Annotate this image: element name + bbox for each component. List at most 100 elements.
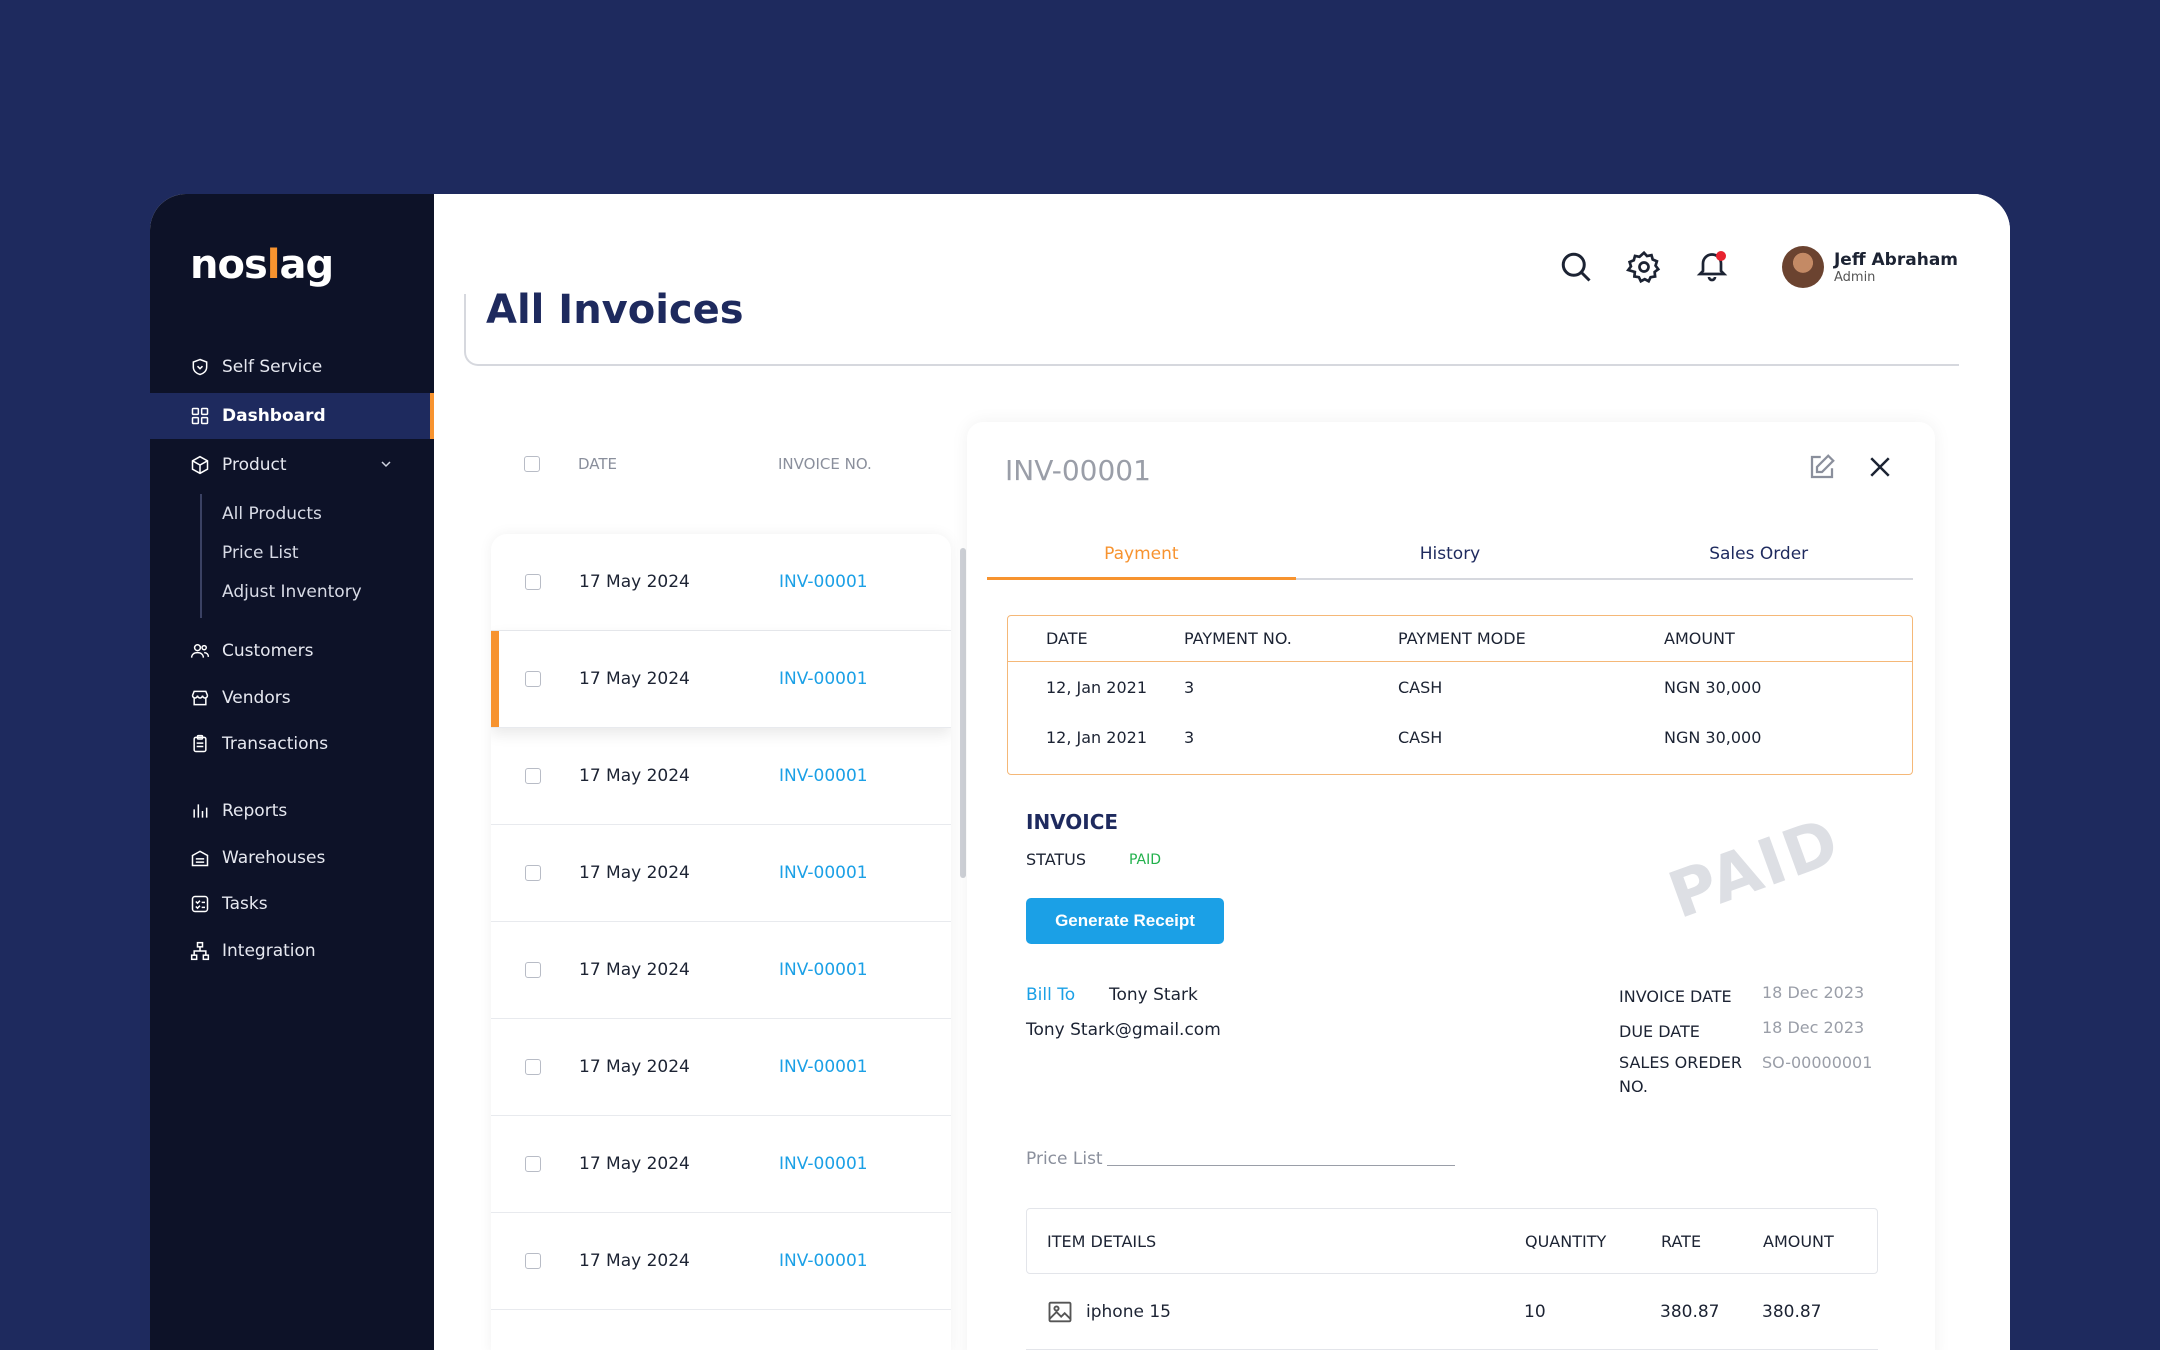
sidebar-item-label: Product xyxy=(222,455,287,475)
select-all-checkbox[interactable] xyxy=(524,456,540,472)
sidebar-item-dashboard[interactable]: Dashboard xyxy=(150,393,434,439)
sidebar: noslag Self Service Dashboard Product Al… xyxy=(150,194,434,1350)
clipboard-icon xyxy=(193,734,207,753)
row-date: 17 May 2024 xyxy=(579,766,690,786)
row-invoice-no[interactable]: INV-00001 xyxy=(779,766,868,786)
subnav-item-all-products[interactable]: All Products xyxy=(202,494,362,533)
col-payment-mode: PAYMENT MODE xyxy=(1398,629,1526,648)
bar-chart-icon xyxy=(193,804,208,818)
sidebar-item-warehouses[interactable]: Warehouses xyxy=(150,835,434,881)
cell-payment-no: 3 xyxy=(1184,727,1195,747)
sidebar-item-product[interactable]: Product xyxy=(150,442,434,488)
edit-icon[interactable] xyxy=(1807,452,1837,482)
chevron-down-icon[interactable] xyxy=(378,456,394,472)
user-menu[interactable]: Jeff Abraham Admin xyxy=(1781,246,1958,288)
row-checkbox[interactable] xyxy=(525,1059,541,1075)
grid-icon xyxy=(191,407,209,425)
table-row[interactable]: 17 May 2024 INV-00001 xyxy=(491,1213,951,1310)
generate-receipt-button[interactable]: Generate Receipt xyxy=(1026,898,1224,944)
sales-order-value: SO-00000001 xyxy=(1762,1053,1873,1072)
image-icon xyxy=(1048,1301,1072,1322)
box-icon xyxy=(191,455,209,475)
sidebar-item-tasks[interactable]: Tasks xyxy=(150,881,434,927)
row-checkbox[interactable] xyxy=(525,962,541,978)
notification-dot xyxy=(1715,251,1726,261)
row-checkbox[interactable] xyxy=(525,1156,541,1172)
detail-actions xyxy=(1807,452,1895,482)
row-checkbox[interactable] xyxy=(525,1253,541,1269)
cell-amount: NGN 30,000 xyxy=(1664,677,1762,697)
notifications[interactable] xyxy=(1694,247,1730,287)
row-checkbox[interactable] xyxy=(525,574,541,590)
status-badge: PAID xyxy=(1129,852,1162,868)
item-image xyxy=(1026,1298,1086,1326)
users-icon xyxy=(190,644,210,658)
item-rate: 380.87 xyxy=(1660,1301,1720,1322)
table-row: iphone 15 10 380.87 380.87 xyxy=(1026,1274,1878,1350)
table-row[interactable]: 17 May 2024 INV-00001 xyxy=(491,728,951,825)
table-row[interactable]: 17 May 2024 INV-00001 xyxy=(491,534,951,631)
col-date: DATE xyxy=(1046,629,1088,648)
search-icon[interactable] xyxy=(1558,249,1594,285)
row-invoice-no[interactable]: INV-00001 xyxy=(779,669,868,689)
sidebar-item-customers[interactable]: Customers xyxy=(150,628,434,674)
gear-icon[interactable] xyxy=(1625,249,1662,285)
sidebar-item-self-service[interactable]: Self Service xyxy=(150,344,434,390)
sidebar-item-transactions[interactable]: Transactions xyxy=(150,721,434,767)
bill-to-label: Bill To xyxy=(1026,985,1076,1005)
store-icon xyxy=(191,690,209,706)
row-date: 17 May 2024 xyxy=(579,669,690,689)
tab-history[interactable]: History xyxy=(1296,540,1605,578)
payment-table: DATE PAYMENT NO. PAYMENT MODE AMOUNT 12,… xyxy=(1007,615,1913,775)
row-checkbox[interactable] xyxy=(525,865,541,881)
due-date-label: DUE DATE xyxy=(1619,1022,1700,1041)
invoice-detail-panel: INV-00001 Payment History Sales Order DA… xyxy=(967,422,1935,1350)
price-list-input[interactable] xyxy=(1107,1165,1455,1166)
invoice-heading: INVOICE xyxy=(1026,810,1119,834)
subnav-item-price-list[interactable]: Price List xyxy=(202,533,362,572)
network-icon xyxy=(190,941,210,961)
list-scrollbar[interactable] xyxy=(960,548,966,878)
page-title: All Invoices xyxy=(486,287,744,333)
sidebar-item-label: Vendors xyxy=(222,688,291,708)
sidebar-item-label: Reports xyxy=(222,801,288,821)
header-actions: Jeff Abraham Admin xyxy=(1558,246,1958,288)
sidebar-item-reports[interactable]: Reports xyxy=(150,788,434,834)
bill-to-email: Tony Stark@gmail.com xyxy=(1026,1020,1221,1040)
sidebar-item-integration[interactable]: Integration xyxy=(150,928,434,974)
row-invoice-no[interactable]: INV-00001 xyxy=(779,1251,868,1271)
tab-sales-order[interactable]: Sales Order xyxy=(1604,540,1913,578)
row-date: 17 May 2024 xyxy=(579,572,690,592)
table-row[interactable]: 17 May 2024 INV-00001 xyxy=(491,922,951,1019)
subnav-item-adjust-inventory[interactable]: Adjust Inventory xyxy=(202,572,362,611)
close-icon[interactable] xyxy=(1865,452,1895,482)
row-invoice-no[interactable]: INV-00001 xyxy=(779,1057,868,1077)
item-name: iphone 15 xyxy=(1086,1301,1171,1322)
tab-payment[interactable]: Payment xyxy=(987,540,1296,580)
cell-payment-no: 3 xyxy=(1184,677,1195,697)
due-date-value: 18 Dec 2023 xyxy=(1762,1018,1865,1037)
table-row[interactable]: 17 May 2024 INV-00001 xyxy=(491,1116,951,1213)
sidebar-item-vendors[interactable]: Vendors xyxy=(150,675,434,721)
row-invoice-no[interactable]: INV-00001 xyxy=(779,572,868,592)
sidebar-item-label: Transactions xyxy=(222,734,329,754)
main-content: All Invoices Jeff Abraham Admin DATE INV… xyxy=(434,194,2010,1350)
row-checkbox[interactable] xyxy=(525,671,541,687)
table-row[interactable]: 17 May 2024 INV-00001 xyxy=(491,825,951,922)
row-invoice-no[interactable]: INV-00001 xyxy=(779,960,868,980)
row-checkbox[interactable] xyxy=(525,768,541,784)
row-invoice-no[interactable]: INV-00001 xyxy=(779,1154,868,1174)
cell-payment-mode: CASH xyxy=(1398,727,1443,747)
row-invoice-no[interactable]: INV-00001 xyxy=(779,863,868,883)
brand-logo[interactable]: noslag xyxy=(190,242,334,288)
app-window: noslag Self Service Dashboard Product Al… xyxy=(150,194,2010,1350)
col-date: DATE xyxy=(578,455,618,473)
col-rate: RATE xyxy=(1661,1231,1702,1251)
product-subnav: All Products Price List Adjust Inventory xyxy=(200,494,362,618)
row-date: 17 May 2024 xyxy=(579,960,690,980)
table-row-selected[interactable]: 17 May 2024 INV-00001 xyxy=(491,631,951,728)
table-row[interactable]: 17 May 2024 INV-00001 xyxy=(491,1019,951,1116)
table-row: 12, Jan 2021 3 CASH NGN 30,000 xyxy=(1008,712,1912,762)
col-amount: AMOUNT xyxy=(1763,1231,1834,1251)
status-label: STATUS xyxy=(1026,850,1087,869)
